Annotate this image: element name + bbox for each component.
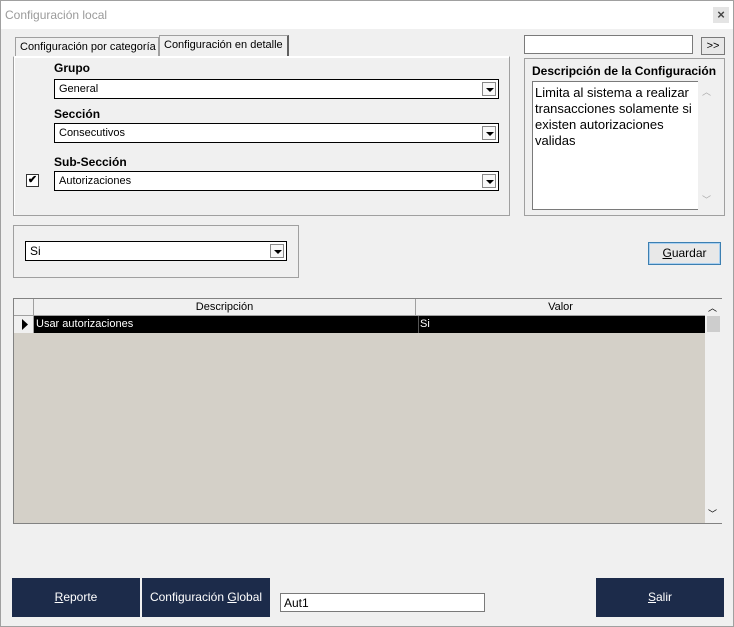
subseccion-checkbox[interactable]: ✔ <box>26 174 39 187</box>
config-global-label-accel: G <box>227 590 237 604</box>
salir-label-accel: S <box>647 590 656 604</box>
config-global-label-post: lobal <box>236 590 263 604</box>
seccion-label: Sección <box>54 107 101 121</box>
subseccion-value: Autorizaciones <box>59 175 132 187</box>
table-row[interactable]: Usar autorizaciones Si <box>34 316 705 333</box>
grid-scrollbar[interactable]: ︿ ﹀ <box>705 299 722 523</box>
reporte-label-accel: R <box>54 590 64 604</box>
value-select-value: Si <box>30 244 41 258</box>
cell-divider <box>418 316 419 333</box>
description-text: Limita al sistema a realizar transaccion… <box>532 81 699 210</box>
grupo-value: General <box>59 83 99 95</box>
scroll-down-icon[interactable]: ﹀ <box>702 193 711 206</box>
current-row-arrow-icon <box>22 319 28 330</box>
seccion-value: Consecutivos <box>59 127 126 139</box>
guardar-button[interactable]: Guardar <box>648 242 721 265</box>
guardar-label-accel: G <box>662 246 672 260</box>
salir-button[interactable]: Salir <box>596 578 724 617</box>
guardar-label-post: uardar <box>671 246 707 260</box>
grid-header: Descripción Valor <box>14 299 705 316</box>
column-header-valor[interactable]: Valor <box>416 299 705 316</box>
row-selector[interactable] <box>14 316 34 333</box>
value-select[interactable]: Si <box>25 241 287 261</box>
configuracion-global-button[interactable]: Configuración Global <box>142 578 270 617</box>
grupo-select[interactable]: General <box>54 79 499 99</box>
code-input[interactable]: Aut1 <box>280 593 485 612</box>
config-window: Configuración local × Configuración por … <box>0 0 734 627</box>
grupo-label: Grupo <box>54 61 90 75</box>
config-grid[interactable]: Descripción Valor Usar autorizaciones Si… <box>13 298 722 524</box>
chevron-down-icon[interactable] <box>482 174 496 188</box>
scroll-up-icon[interactable]: ︿ <box>702 85 711 98</box>
cell-valor: Si <box>420 318 430 330</box>
scroll-down-icon[interactable]: ﹀ <box>708 507 717 520</box>
config-global-label-pre: Configuración <box>149 590 228 604</box>
reporte-button[interactable]: Reporte <box>12 578 140 617</box>
column-header-descripcion[interactable]: Descripción <box>34 299 416 316</box>
description-scrollbar[interactable]: ︿ ﹀ <box>698 81 715 210</box>
chevron-down-icon[interactable] <box>482 126 496 140</box>
subseccion-label: Sub-Sección <box>54 155 127 169</box>
scroll-up-icon[interactable]: ︿ <box>708 301 717 314</box>
chevron-down-icon[interactable] <box>482 82 496 96</box>
close-button[interactable]: × <box>713 7 729 23</box>
search-input[interactable] <box>524 35 693 54</box>
scroll-thumb[interactable] <box>707 316 720 332</box>
reporte-label-post: eporte <box>63 590 98 604</box>
cell-descripcion: Usar autorizaciones <box>36 318 134 330</box>
chevron-down-icon[interactable] <box>270 244 284 258</box>
subseccion-select[interactable]: Autorizaciones <box>54 171 499 191</box>
row-header-corner <box>14 299 34 316</box>
window-title: Configuración local <box>5 8 108 22</box>
title-bar[interactable]: Configuración local × <box>1 1 733 29</box>
salir-label-post: alir <box>656 590 673 604</box>
seccion-select[interactable]: Consecutivos <box>54 123 499 143</box>
description-title: Descripción de la Configuración <box>532 64 717 78</box>
search-next-button[interactable]: >> <box>701 37 725 55</box>
